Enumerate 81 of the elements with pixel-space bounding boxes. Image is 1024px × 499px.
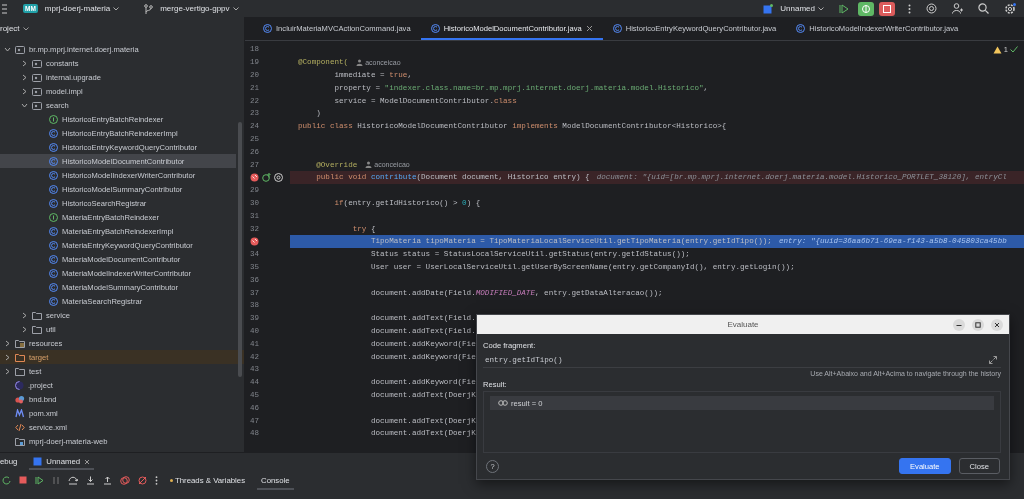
expander-icon[interactable] [21, 311, 28, 319]
dialog-title: Evaluate [727, 320, 759, 330]
package-icon [32, 100, 42, 110]
override-icon[interactable] [262, 172, 271, 182]
maximize-icon[interactable] [972, 319, 984, 331]
class-icon [49, 268, 58, 278]
class-icon [612, 24, 622, 33]
class-icon [49, 254, 58, 264]
infinity-icon [498, 400, 508, 407]
bundle-icon [15, 394, 25, 404]
expander-icon[interactable] [21, 73, 28, 81]
settings-icon[interactable] [1004, 2, 1016, 15]
search-icon[interactable] [978, 3, 989, 14]
stop-icon [883, 4, 891, 13]
moon-icon [15, 380, 24, 390]
project-selector[interactable]: mprj-doerj-materia [42, 4, 122, 13]
close-icon[interactable] [84, 458, 91, 465]
expander-icon[interactable] [21, 59, 28, 67]
caret-icon[interactable] [22, 26, 29, 31]
interface-icon [49, 114, 58, 124]
xml-icon [15, 422, 25, 432]
class-icon [49, 296, 58, 306]
stop-button[interactable] [879, 1, 895, 16]
class-icon [49, 170, 58, 180]
interface-icon [49, 212, 58, 222]
minimize-icon[interactable] [953, 319, 965, 331]
mute-breakpoints-icon[interactable] [138, 475, 147, 485]
maven-icon [15, 408, 25, 418]
person-icon [365, 161, 373, 169]
step-over-icon[interactable] [68, 475, 78, 485]
class-icon [796, 24, 806, 33]
class-icon [49, 128, 58, 138]
check-icon[interactable] [1010, 46, 1018, 53]
expand-icon[interactable] [989, 355, 997, 364]
run-config-selector[interactable]: Unnamed [778, 4, 826, 13]
expander-icon[interactable] [4, 353, 11, 361]
close-icon[interactable] [585, 25, 593, 32]
class-icon [49, 142, 58, 152]
breakpoint-icon[interactable] [250, 172, 259, 182]
package-icon [32, 72, 42, 82]
class-icon [430, 24, 440, 33]
view-breakpoints-icon[interactable] [120, 475, 130, 485]
stop-icon[interactable] [19, 476, 27, 484]
rerun-icon[interactable] [2, 475, 11, 485]
menu-icon[interactable] [2, 3, 8, 14]
step-out-icon[interactable] [103, 475, 112, 485]
package-icon [32, 86, 42, 96]
resources-folder-icon [15, 338, 25, 348]
expander-icon[interactable] [4, 339, 11, 347]
branch-selector[interactable]: merge-vertigo-gppv [158, 4, 241, 13]
more-icon[interactable] [908, 3, 911, 14]
module-icon [15, 436, 25, 446]
class-icon [49, 282, 58, 292]
breakpoint-icon[interactable] [250, 236, 259, 246]
expander-icon[interactable] [21, 325, 28, 333]
class-icon [49, 184, 58, 194]
person-icon [356, 58, 364, 66]
warning-icon[interactable] [992, 45, 1002, 54]
class-icon [49, 198, 58, 208]
caret-icon [818, 6, 824, 11]
more-icon[interactable] [155, 475, 158, 485]
step-into-icon[interactable] [86, 475, 95, 485]
expander-icon[interactable] [21, 87, 28, 95]
class-icon [263, 24, 272, 33]
expander-icon[interactable] [4, 367, 11, 375]
close-icon[interactable] [991, 319, 1003, 331]
class-icon [49, 156, 58, 166]
package-icon [32, 58, 42, 68]
debug-button[interactable] [858, 1, 874, 16]
panel-title[interactable]: roject [0, 24, 20, 33]
rerun-icon[interactable] [839, 3, 849, 14]
expander-icon[interactable] [4, 45, 11, 53]
class-icon [49, 226, 58, 236]
expander-icon[interactable] [21, 101, 28, 109]
class-icon [49, 240, 58, 250]
branch-icon [144, 3, 154, 14]
caret-icon [113, 6, 120, 11]
caret-icon [232, 6, 239, 11]
resume-icon[interactable] [35, 475, 44, 485]
add-user-icon[interactable] [952, 3, 963, 14]
package-icon [15, 44, 25, 54]
